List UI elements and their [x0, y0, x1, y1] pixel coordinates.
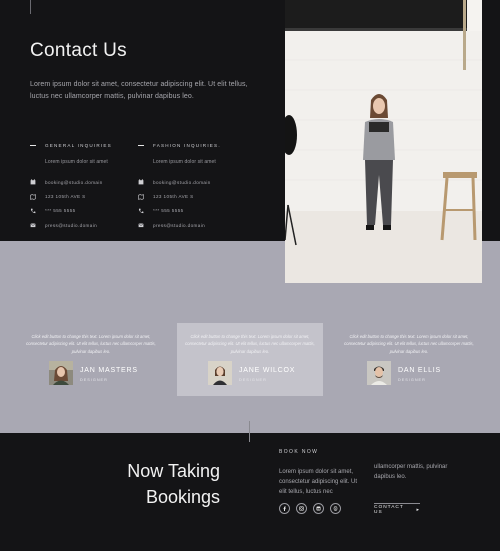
testimonial-card: Click edit button to change this text. L… [18, 323, 164, 396]
map-icon [138, 193, 144, 200]
contact-us-button[interactable]: CONTACT US ▸ [374, 503, 420, 516]
contact-intro-text: Lorem ipsum dolor sit amet, consectetur … [30, 81, 248, 100]
info-text: *** 555 5555 [153, 208, 184, 214]
phone-icon [138, 208, 144, 214]
column-heading-label: FASHION INQUIRIES. [153, 143, 221, 148]
address-row[interactable]: 123 105th AVE S [138, 189, 248, 203]
divider-line [30, 0, 31, 14]
column-heading-label: GENERAL INQUIRIES [45, 143, 112, 148]
arrow-right-icon: ▸ [416, 507, 420, 513]
booking-title-line2: Bookings [145, 487, 220, 507]
heading-dash [138, 145, 144, 146]
phone-row[interactable]: *** 555 5555 [138, 204, 248, 218]
booking-title: Now Taking Bookings [127, 458, 220, 510]
info-text: press@studio.domain [153, 222, 206, 228]
booking-email-row[interactable]: booking@studio.domain [30, 175, 140, 189]
column-heading: FASHION INQUIRIES. [138, 143, 248, 148]
book-now-label: BOOK NOW [279, 449, 319, 455]
column-subtext: Lorem ipsum dolor sit amet [45, 159, 108, 165]
mail-icon [30, 222, 36, 228]
testimonial-quote: Click edit button to change this text. L… [185, 334, 315, 354]
linkedin-icon[interactable] [313, 503, 324, 514]
info-text: *** 555 5555 [45, 208, 76, 214]
column-heading: GENERAL INQUIRIES [30, 143, 140, 148]
testimonial-card-active: Click edit button to change this text. L… [177, 323, 323, 396]
press-email-row[interactable]: press@studio.domain [30, 218, 140, 232]
divider-line [249, 421, 250, 442]
testimonial-role: DESIGNER [239, 378, 267, 382]
contact-us-label: CONTACT US [374, 505, 404, 515]
testimonial-card: Click edit button to change this text. L… [336, 323, 482, 396]
social-links [279, 503, 341, 514]
map-icon [30, 193, 36, 200]
info-text: 123 105th AVE S [45, 194, 86, 200]
testimonial-quote: Click edit button to change this text. L… [26, 334, 156, 354]
testimonial-name: JANE WILCOX [239, 367, 296, 374]
info-text: press@studio.domain [45, 222, 98, 228]
avatar [208, 361, 232, 385]
booking-email-row[interactable]: booking@studio.domain [138, 175, 248, 189]
pinterest-icon[interactable] [330, 503, 341, 514]
avatar [367, 361, 391, 385]
testimonial-quote: Click edit button to change this text. L… [344, 334, 474, 354]
testimonial-name: JAN MASTERS [80, 367, 138, 374]
booking-title-line1: Now Taking [127, 461, 220, 481]
heading-dash [30, 145, 36, 146]
info-text: 123 105th AVE S [153, 194, 194, 200]
booking-text-continued: ullamcorper mattis, pulvinar dapibus leo… [374, 464, 448, 480]
fashion-inquiries-column: FASHION INQUIRIES. Lorem ipsum dolor sit… [138, 143, 248, 233]
phone-icon [30, 208, 36, 214]
booking-text: Lorem ipsum dolor sit amet, consectetur … [279, 469, 358, 495]
page-title: Contact Us [30, 40, 127, 61]
testimonial-name: DAN ELLIS [398, 367, 441, 374]
calendar-icon [30, 179, 36, 185]
phone-row[interactable]: *** 555 5555 [30, 204, 140, 218]
instagram-icon[interactable] [296, 503, 307, 514]
column-subtext: Lorem ipsum dolor sit amet [153, 159, 216, 165]
avatar [49, 361, 73, 385]
testimonial-role: DESIGNER [80, 378, 108, 382]
address-row[interactable]: 123 105th AVE S [30, 189, 140, 203]
press-email-row[interactable]: press@studio.domain [138, 218, 248, 232]
mail-icon [138, 222, 144, 228]
calendar-icon [138, 179, 144, 185]
info-text: booking@studio.domain [153, 179, 211, 185]
facebook-icon[interactable] [279, 503, 290, 514]
info-text: booking@studio.domain [45, 179, 103, 185]
booking-section: Now Taking Bookings BOOK NOW Lorem ipsum… [0, 421, 500, 551]
model-photo [285, 0, 482, 283]
general-inquiries-column: GENERAL INQUIRIES Lorem ipsum dolor sit … [30, 143, 140, 233]
testimonial-role: DESIGNER [398, 378, 426, 382]
